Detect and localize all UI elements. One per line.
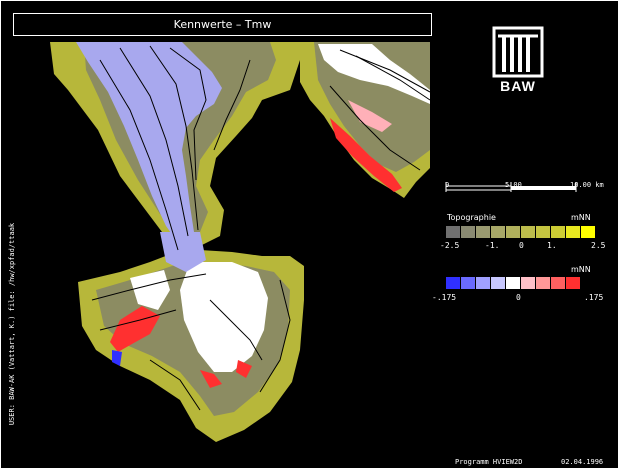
difference-swatch-1 <box>461 277 476 289</box>
difference-swatch-3 <box>491 277 506 289</box>
topography-swatch-3 <box>491 226 506 238</box>
difference-swatch-5 <box>521 277 536 289</box>
topography-swatch-1 <box>461 226 476 238</box>
difference-swatch-4 <box>506 277 521 289</box>
difference-label-min: -.175 <box>432 293 457 302</box>
topography-label-pos1: 1. <box>547 241 557 250</box>
logo-text: BAW <box>500 78 536 94</box>
topography-label-min: -2.5 <box>440 241 460 250</box>
topography-swatch-2 <box>476 226 491 238</box>
topography-swatch-5 <box>521 226 536 238</box>
difference-swatch-0 <box>446 277 461 289</box>
topography-legend-title: Topographie <box>447 213 496 222</box>
side-info-text: USER: BAW-AK (Vattart, K.) file: /hw/xpf… <box>8 222 16 426</box>
topography-swatch-8 <box>566 226 581 238</box>
topography-swatch-6 <box>536 226 551 238</box>
difference-label-zero: 0 <box>516 293 521 302</box>
scale-tick-10: 10.00 km <box>570 181 604 189</box>
footer-program: Programm HVIEW2D <box>455 458 523 466</box>
difference-swatch-8 <box>566 277 581 289</box>
topography-swatch-0 <box>446 226 461 238</box>
difference-legend-unit: mNN <box>571 265 591 274</box>
scale-tick-0: 0 <box>445 181 450 189</box>
topography-label-neg1: -1. <box>485 241 500 250</box>
difference-swatch-6 <box>536 277 551 289</box>
difference-swatch-2 <box>476 277 491 289</box>
topography-swatch-4 <box>506 226 521 238</box>
scale-tick-5: 5.00 <box>505 181 522 189</box>
topography-swatch-9 <box>581 226 596 238</box>
topography-label-zero: 0 <box>519 241 524 250</box>
footer-date: 02.04.1996 <box>561 458 604 466</box>
difference-label-max: .175 <box>584 293 604 302</box>
topography-legend-unit: mNN <box>571 213 591 222</box>
topography-swatch-7 <box>551 226 566 238</box>
difference-swatches <box>446 277 581 289</box>
difference-swatch-7 <box>551 277 566 289</box>
topography-swatches <box>446 226 596 238</box>
topography-label-max: 2.5 <box>591 241 606 250</box>
